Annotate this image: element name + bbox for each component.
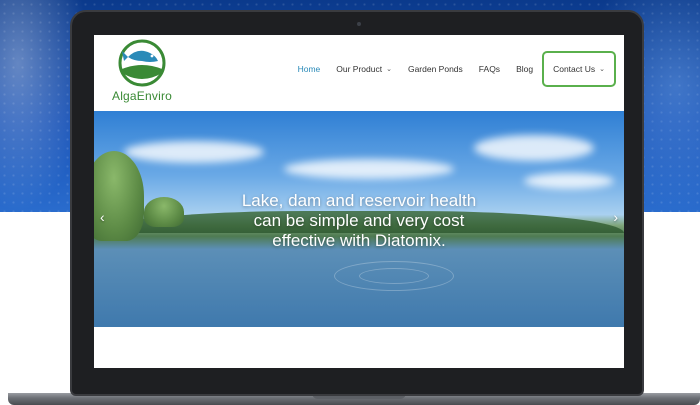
hero-line-1: Lake, dam and reservoir health (241, 191, 477, 210)
nav-blog[interactable]: Blog (516, 64, 533, 74)
laptop-frame: AlgaEnviro Home Our Product ⌄ Garden Pon… (70, 10, 644, 396)
site-logo[interactable]: AlgaEnviro (102, 39, 182, 109)
willow-tree (94, 151, 144, 241)
webcam-icon (357, 22, 361, 26)
laptop-screen: AlgaEnviro Home Our Product ⌄ Garden Pon… (94, 35, 624, 368)
tree (144, 197, 184, 227)
nav-our-product-label: Our Product (336, 64, 383, 74)
contact-us-label: Contact Us (553, 64, 596, 74)
water-ripple (359, 268, 429, 284)
chevron-down-icon: ⌄ (386, 66, 392, 73)
hero-line-3: effective with Diatomix. (272, 231, 446, 250)
nav-home-label: Home (297, 64, 321, 74)
nav-garden-ponds-label: Garden Ponds (407, 64, 463, 74)
nav-our-product[interactable]: Our Product ⌄ (336, 64, 392, 74)
nav-home[interactable]: Home (298, 64, 321, 74)
cloud (474, 135, 594, 161)
chevron-down-icon: ⌄ (599, 66, 605, 73)
cloud (524, 173, 614, 189)
nav-blog-label: Blog (516, 64, 534, 74)
cloud (124, 141, 264, 163)
hero-line-2: can be simple and very cost (253, 211, 465, 230)
logo-fish-icon (118, 39, 166, 87)
main-nav: Home Our Product ⌄ Garden Ponds FAQs Blo… (282, 51, 616, 87)
logo-text: AlgaEnviro (111, 89, 173, 103)
slider-next-icon[interactable]: › (613, 209, 618, 225)
hero-headline: Lake, dam and reservoir health can be si… (194, 191, 524, 251)
slider-prev-icon[interactable]: ‹ (100, 209, 105, 225)
site-header: AlgaEnviro Home Our Product ⌄ Garden Pon… (94, 35, 624, 111)
hero-slider: Lake, dam and reservoir health can be si… (94, 111, 624, 327)
cloud (284, 159, 454, 179)
nav-garden-ponds[interactable]: Garden Ponds (408, 64, 463, 74)
nav-faqs[interactable]: FAQs (479, 64, 500, 74)
contact-us-button[interactable]: Contact Us ⌄ (542, 51, 616, 87)
nav-faqs-label: FAQs (478, 64, 501, 74)
